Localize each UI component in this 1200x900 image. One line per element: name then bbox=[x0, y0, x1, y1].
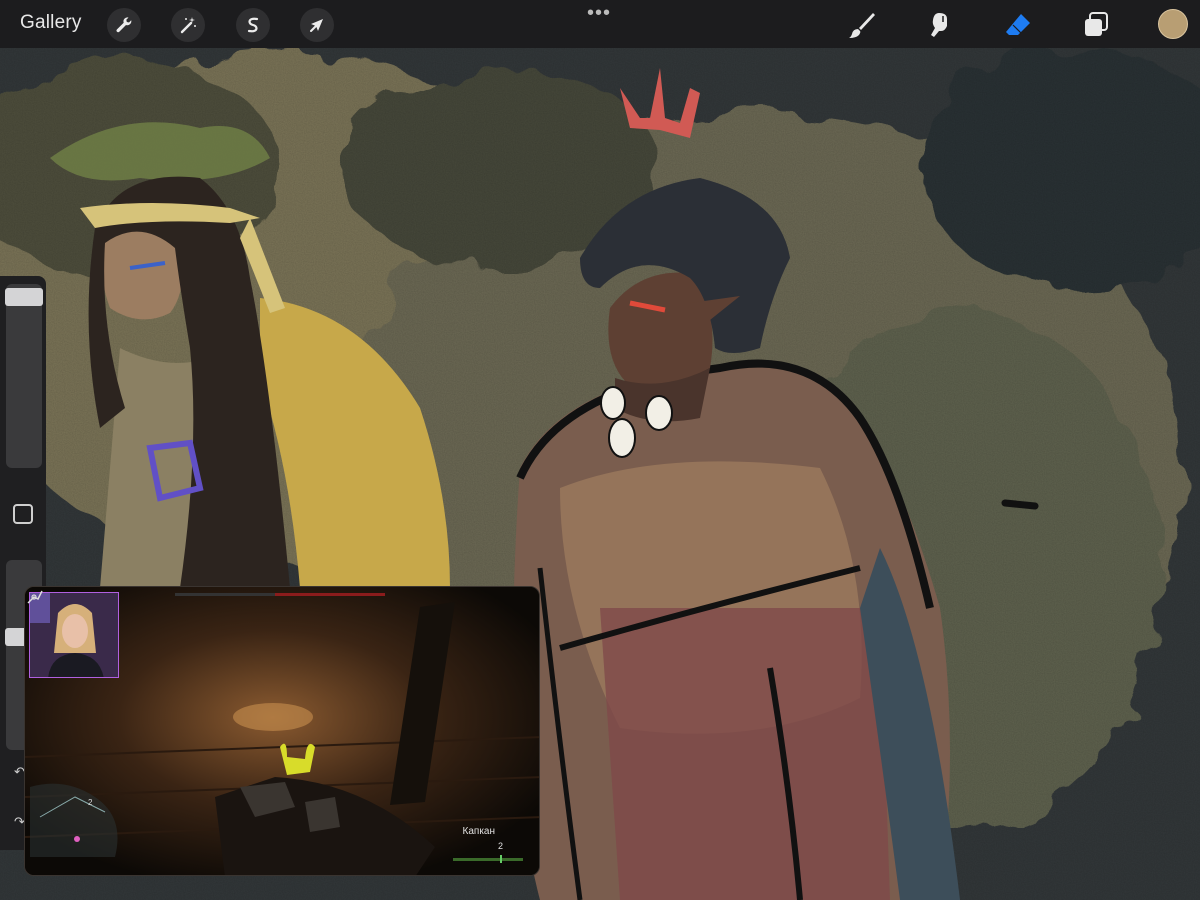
smudge-tool[interactable] bbox=[922, 7, 958, 43]
modify-square-icon[interactable] bbox=[13, 504, 33, 524]
eraser-tool[interactable] bbox=[1000, 7, 1036, 43]
trap-icon bbox=[27, 590, 43, 604]
selection-s-icon bbox=[247, 17, 259, 33]
item-count-label: 2 bbox=[497, 841, 503, 851]
arrow-cursor-icon bbox=[310, 19, 323, 32]
brush-size-slider[interactable] bbox=[5, 284, 43, 468]
color-picker-swatch[interactable] bbox=[1158, 9, 1188, 39]
brush-icon bbox=[849, 13, 875, 38]
more-options-icon[interactable]: ••• bbox=[587, 2, 611, 25]
smudge-icon bbox=[931, 13, 947, 37]
top-toolbar: Gallery ••• bbox=[0, 0, 1200, 48]
adjustments-button[interactable] bbox=[171, 8, 205, 42]
actions-button[interactable] bbox=[107, 8, 141, 42]
item-name-label: Капкан bbox=[462, 826, 495, 837]
brush-size-thumb[interactable] bbox=[5, 288, 43, 306]
magic-wand-icon bbox=[180, 17, 196, 34]
layers-tool[interactable] bbox=[1078, 7, 1114, 43]
eraser-icon bbox=[1006, 14, 1030, 35]
gallery-button[interactable]: Gallery bbox=[20, 12, 82, 34]
wrench-icon bbox=[116, 17, 132, 33]
stream-video-overlay: 2 Капкан 2 bbox=[24, 586, 540, 876]
layers-icon bbox=[1085, 12, 1108, 36]
minimap-marker: 2 bbox=[88, 798, 93, 807]
transform-button[interactable] bbox=[300, 8, 334, 42]
brush-tool[interactable] bbox=[844, 7, 880, 43]
selection-button[interactable] bbox=[236, 8, 270, 42]
